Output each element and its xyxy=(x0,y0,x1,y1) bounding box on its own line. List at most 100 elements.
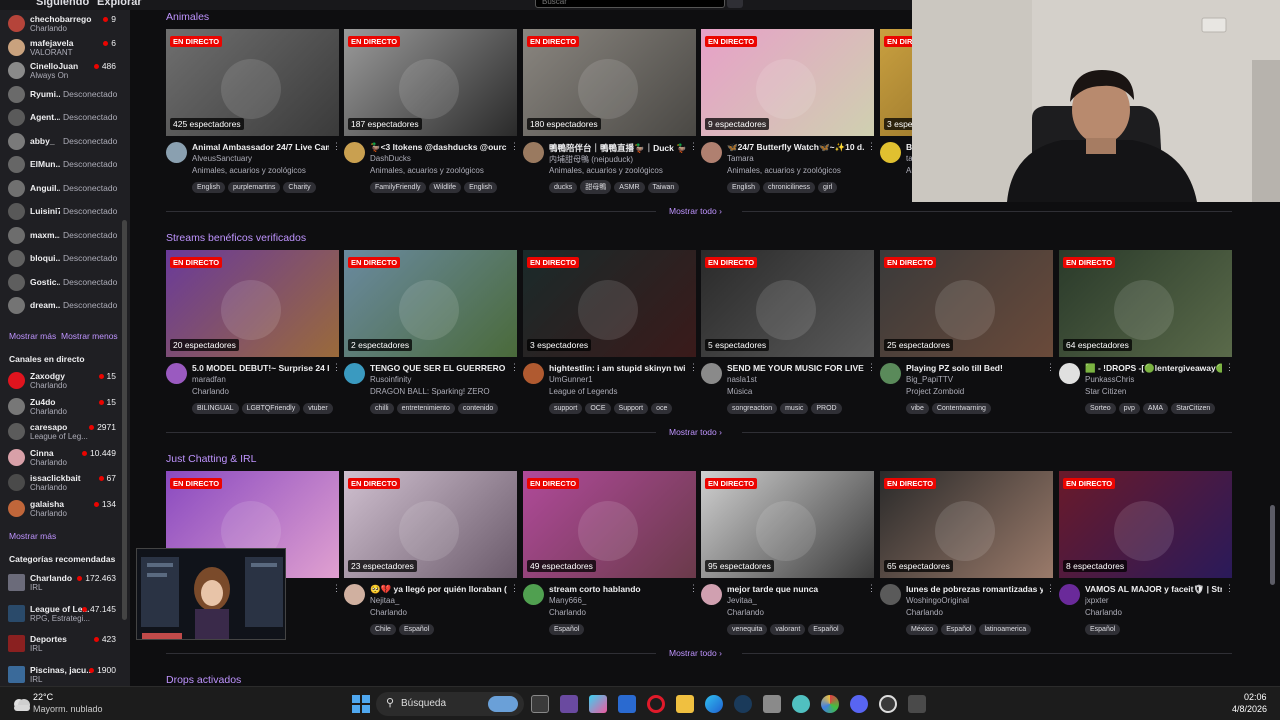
stream-tag[interactable]: 甜母鴨 xyxy=(580,180,612,194)
task-view-icon[interactable] xyxy=(531,695,549,713)
stream-thumbnail[interactable]: EN DIRECTO 8 espectadores xyxy=(1059,471,1232,578)
stream-card[interactable]: EN DIRECTO 95 espectadores mejor tarde que… xyxy=(701,471,876,641)
streamer-name[interactable]: Jevitaa_ xyxy=(727,596,867,605)
nav-explore[interactable]: Explorar xyxy=(97,0,142,8)
chrome-icon[interactable] xyxy=(821,695,839,713)
streamer-avatar[interactable] xyxy=(880,584,901,605)
more-options-icon[interactable]: ⋮ xyxy=(689,362,698,373)
stream-category[interactable]: Charlando xyxy=(727,608,867,617)
streamer-name[interactable]: PunkassChris xyxy=(1085,375,1225,384)
streamer-avatar[interactable] xyxy=(344,363,365,384)
sidebar-followed-channel[interactable]: Ryumi... Desconectado xyxy=(8,84,124,106)
sidebar-followed-channel[interactable]: mafejavela VALORANT 6 xyxy=(8,37,124,59)
sidebar-category[interactable]: Piscinas, jacu... IRL 1900 xyxy=(8,664,124,686)
stream-thumbnail[interactable]: EN DIRECTO 65 espectadores xyxy=(880,471,1053,578)
stream-tag[interactable]: English xyxy=(727,182,760,193)
stream-tag[interactable]: FamilyFriendly xyxy=(370,182,426,193)
stream-thumbnail[interactable]: EN DIRECTO 64 espectadores xyxy=(1059,250,1232,357)
more-options-icon[interactable]: ⋮ xyxy=(689,141,698,152)
stream-tag[interactable]: Taiwan xyxy=(647,182,680,193)
streamer-avatar[interactable] xyxy=(701,363,722,384)
stream-category[interactable]: DRAGON BALL: Sparking! ZERO xyxy=(370,387,510,396)
sidebar-followed-channel[interactable]: Anguil...Desconectado xyxy=(8,178,124,200)
sidebar-followed-channel[interactable]: ElMun... Desconectado xyxy=(8,154,124,176)
sidebar-live-channel[interactable]: caresapo League of Leg... 2971 xyxy=(8,421,124,443)
stream-tag[interactable]: Español xyxy=(941,624,977,635)
stream-tag[interactable]: purplemartins xyxy=(227,182,281,193)
stream-card[interactable]: EN DIRECTO 25 espectadores Playing PZ solo… xyxy=(880,250,1055,420)
streamer-avatar[interactable] xyxy=(166,142,187,163)
streamer-name[interactable]: 内埔甜母鴨 (neipuduck) xyxy=(549,154,689,165)
search-button[interactable] xyxy=(727,0,743,8)
stream-tag[interactable]: girl xyxy=(818,182,838,193)
stream-card[interactable]: EN DIRECTO 5 espectadores SEND ME YOUR MUS… xyxy=(701,250,876,420)
sidebar-live-channel[interactable]: issaclickbait Charlando 67 xyxy=(8,472,124,494)
stream-title[interactable]: stream corto hablando xyxy=(549,584,686,594)
stream-tag[interactable]: ducks xyxy=(549,182,578,193)
more-options-icon[interactable]: ⋮ xyxy=(867,141,876,152)
stream-title[interactable]: Animal Ambassador 24/7 Live Cam... xyxy=(192,142,329,152)
stream-card[interactable]: EN DIRECTO 8 espectadores VAMOS AL MAJOR y… xyxy=(1059,471,1234,641)
stream-category[interactable]: Charlando xyxy=(906,608,1046,617)
show-all-link[interactable]: Mostrar todo › xyxy=(669,648,722,658)
stream-tag[interactable]: English xyxy=(192,182,225,193)
stream-tag[interactable]: ASMR xyxy=(614,182,645,193)
streamer-name[interactable]: DashDucks xyxy=(370,154,510,163)
more-options-icon[interactable]: ⋮ xyxy=(510,141,519,152)
stream-tag[interactable]: contenido xyxy=(457,403,499,414)
streamer-name[interactable]: Many666_ xyxy=(549,596,689,605)
streamer-name[interactable]: AlveusSanctuary xyxy=(192,154,332,163)
photos-icon[interactable] xyxy=(763,695,781,713)
stream-card[interactable]: EN DIRECTO 23 espectadores 🥺💔 ya llegó por… xyxy=(344,471,519,641)
show-all-link[interactable]: Mostrar todo › xyxy=(669,427,722,437)
stream-tag[interactable]: vibe xyxy=(906,403,929,414)
stream-card[interactable]: EN DIRECTO 187 espectadores 🦆<3 Itokens @d… xyxy=(344,29,519,199)
stream-thumbnail[interactable]: EN DIRECTO 25 espectadores xyxy=(880,250,1053,357)
more-options-icon[interactable]: ⋮ xyxy=(867,583,876,594)
stream-tag[interactable]: BILINGUAL xyxy=(192,403,239,414)
sidebar-live-channel[interactable]: Zu4do Charlando 15 xyxy=(8,396,124,418)
streamer-avatar[interactable] xyxy=(1059,363,1080,384)
more-options-icon[interactable]: ⋮ xyxy=(1225,362,1234,373)
stream-tag[interactable]: Wildlife xyxy=(428,182,462,193)
stream-tag[interactable]: AMA xyxy=(1142,403,1169,414)
stream-card[interactable]: EN DIRECTO 3 espectadores hightestlin: i a… xyxy=(523,250,698,420)
more-options-icon[interactable]: ⋮ xyxy=(1046,362,1055,373)
stream-title[interactable]: hightestlin: i am stupid skinyn twin... xyxy=(549,363,686,373)
stream-card[interactable]: EN DIRECTO 20 espectadores 5.0 MODEL DEBUT… xyxy=(166,250,341,420)
stream-tag[interactable]: latinoamerica xyxy=(979,624,1032,635)
stream-tag[interactable]: Contentwarning xyxy=(931,403,991,414)
more-options-icon[interactable]: ⋮ xyxy=(1046,583,1055,594)
stream-category[interactable]: Project Zomboid xyxy=(906,387,1046,396)
stream-category[interactable]: Animales, acuarios y zoológicos xyxy=(192,166,332,175)
stream-title[interactable]: VAMOS AL MAJOR y faceit🛡 | Stre... xyxy=(1085,584,1222,595)
more-options-icon[interactable]: ⋮ xyxy=(332,583,341,594)
sidebar-followed-channel[interactable]: Agent... Desconectado xyxy=(8,107,124,129)
sidebar-live-channel[interactable]: Zaxodgy Charlando 15 xyxy=(8,370,124,392)
stream-tag[interactable]: Chile xyxy=(370,624,396,635)
main-scrollbar[interactable] xyxy=(1270,505,1275,585)
stream-tag[interactable]: México xyxy=(906,624,939,635)
stream-category[interactable]: Charlando xyxy=(192,387,332,396)
stream-tag[interactable]: pvp xyxy=(1118,403,1140,414)
store-icon[interactable] xyxy=(618,695,636,713)
stream-thumbnail[interactable]: EN DIRECTO 49 espectadores xyxy=(523,471,696,578)
windows-start-icon[interactable] xyxy=(352,695,370,713)
streamer-name[interactable]: jxpxter xyxy=(1085,596,1225,605)
streamer-name[interactable]: Big_PapiTTV xyxy=(906,375,1046,384)
stream-tag[interactable]: venequita xyxy=(727,624,768,635)
sidebar-followed-channel[interactable]: bloqui... Desconectado xyxy=(8,248,124,270)
stream-card[interactable]: EN DIRECTO 9 espectadores 🦋24/7 Butterfly … xyxy=(701,29,876,199)
streamer-name[interactable]: WoshingoOriginal xyxy=(906,596,1046,605)
stream-category[interactable]: Charlando xyxy=(549,608,689,617)
stream-card[interactable]: EN DIRECTO 49 espectadores stream corto ha… xyxy=(523,471,698,641)
more-options-icon[interactable]: ⋮ xyxy=(867,362,876,373)
stream-thumbnail[interactable]: EN DIRECTO 95 espectadores xyxy=(701,471,874,578)
more-options-icon[interactable]: ⋮ xyxy=(510,362,519,373)
stream-thumbnail[interactable]: EN DIRECTO 9 espectadores xyxy=(701,29,874,136)
discord-icon[interactable] xyxy=(850,695,868,713)
streamer-avatar[interactable] xyxy=(523,142,544,163)
stream-title[interactable]: 🦆<3 Itokens @dashducks @ourch... xyxy=(370,142,507,153)
stream-tag[interactable]: vtuber xyxy=(303,403,333,414)
file-explorer-icon[interactable] xyxy=(676,695,694,713)
